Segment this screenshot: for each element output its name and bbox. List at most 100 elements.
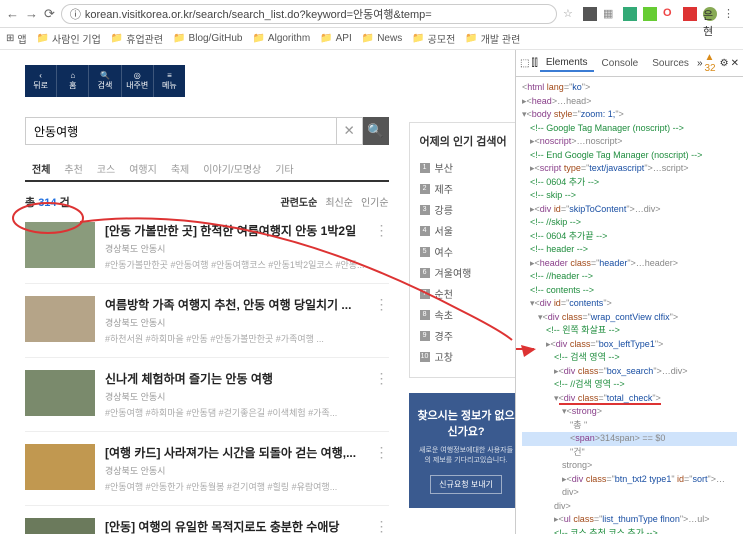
tab-course[interactable]: 코스 [90,157,122,180]
keyword-item[interactable]: 8속초 [420,304,513,325]
result-item[interactable]: 신나게 체험하며 즐기는 안동 여행 경상북도 안동시 #안동여행 #하회마을 … [25,358,389,432]
dom-line[interactable]: ▸<div class="btn_txt2 type1" id="sort">…… [522,473,737,500]
dom-line[interactable]: ▸<div class="box_search">…div> [522,365,737,379]
dom-line[interactable]: "총 " [522,419,737,433]
dom-line[interactable]: strong> [522,459,737,473]
thumbnail [25,518,95,534]
bookmark-item[interactable]: 📁Blog/GitHub [173,33,242,44]
dom-line[interactable]: <!-- //skip --> [522,216,737,230]
dom-line[interactable]: ▾<div class="wrap_contView clfix"> [522,311,737,325]
result-item[interactable]: [안동] 여행의 유일한 목적지로도 충분한 수애당 경상북도 안동시 #수애당… [25,506,389,534]
keyword-item[interactable]: 5여수 [420,241,513,262]
dom-line[interactable]: ▸<div id="skipToContent">…div> [522,203,737,217]
more-icon[interactable]: ⋮ [375,518,389,534]
bookmark-item[interactable]: 📁Algorithm [252,33,310,44]
keyword-item[interactable]: 3강릉 [420,199,513,220]
keyword-item[interactable]: 1부산 [420,157,513,178]
keyword-item[interactable]: 6겨울여행 [420,262,513,283]
dom-line[interactable]: ▸<ul class="list_thumType flnon">…ul> [522,513,737,527]
reload-icon[interactable]: ⟳ [44,6,55,22]
dom-line[interactable]: ▸<header class="header">…header> [522,257,737,271]
url-bar[interactable]: ⓘ korean.visitkorea.or.kr/search/search_… [61,4,557,24]
dom-line[interactable]: ▾<body style="zoom: 1;"> [522,108,737,122]
result-tags: #안동가볼만한곳 #안동여행 #안동여행코스 #안동1박2일코스 #안동... [105,258,365,271]
dom-line[interactable]: <!-- 왼쪽 화살표 --> [522,324,737,338]
back-icon[interactable]: ← [6,6,19,21]
dom-line[interactable]: <html lang="ko"> [522,81,737,95]
close-icon[interactable]: ✕ [731,58,739,69]
tab-elements[interactable]: Elements [540,55,594,72]
promo-button[interactable]: 신규요청 보내기 [430,475,502,494]
dom-line[interactable]: <!-- 코스,추천,코스,추가 --> [522,527,737,534]
search-input[interactable] [25,117,337,145]
dom-line[interactable]: ▾<div id="contents"> [522,297,737,311]
settings-icon[interactable]: ⚙ [720,58,729,69]
dom-line[interactable]: ▾<strong> [522,405,737,419]
keyword-item[interactable]: 2제주 [420,178,513,199]
dom-line[interactable]: ▾<div class="total_check"> [522,392,737,406]
device-icon[interactable]: ⫿⫿ [531,58,537,69]
result-title: 여름방학 가족 여행지 추천, 안동 여행 당일치기 ... [105,296,365,313]
bookmark-item[interactable]: 📁API [320,33,352,44]
dom-line[interactable]: ▸<script type="text/javascript">…script> [522,162,737,176]
clear-button[interactable]: ✕ [337,117,363,145]
more-icon[interactable]: ⋮ [375,444,389,493]
tab-console[interactable]: Console [596,56,645,71]
nav-near[interactable]: ◎내주변 [122,65,154,97]
dom-line[interactable]: <!-- End Google Tag Manager (noscript) -… [522,149,737,163]
bookmark-item[interactable]: 📁사람인 기업 [37,31,101,46]
tab-sources[interactable]: Sources [646,56,695,71]
apps-button[interactable]: ⊞ 앱 [6,31,27,46]
tab-story[interactable]: 이야기/모명상 [196,157,268,180]
devtools: ⬚ ⫿⫿ Elements Console Sources » ▲ 32 ⚙ ✕… [515,50,743,534]
more-icon[interactable]: ⋮ [375,296,389,345]
dom-line[interactable]: div> [522,500,737,514]
nav-home[interactable]: ⌂홈 [57,65,89,97]
tab-rec[interactable]: 추천 [57,157,89,180]
tab-place[interactable]: 여행지 [122,157,164,180]
dom-line[interactable]: <!-- //검색 영역 --> [522,378,737,392]
result-item[interactable]: 여름방학 가족 여행지 추천, 안동 여행 당일치기 ... 경상북도 안동시 … [25,284,389,358]
thumbnail [25,296,95,342]
dom-line[interactable]: "건" [522,446,737,460]
dom-line[interactable]: <!-- 0604 추가 --> [522,176,737,190]
dom-line[interactable]: <span>314span> == $0 [522,432,737,446]
more-icon[interactable]: ⋮ [375,222,389,271]
tab-festival[interactable]: 축제 [164,157,196,180]
dom-line[interactable]: <!-- 검색 영역 --> [522,351,737,365]
dom-tree[interactable]: <html lang="ko">▸<head>…head>▾<body styl… [516,77,743,534]
sort-latest[interactable]: 최신순 [325,194,353,210]
keyword-item[interactable]: 10고창 [420,346,513,367]
bookmark-item[interactable]: 📁News [362,33,402,44]
sort-relevance[interactable]: 관련도순 [281,194,318,210]
result-item[interactable]: [안동 가볼만한 곳] 한적한 여름여행지 안동 1박2일 경상북도 안동시 #… [25,210,389,284]
dom-line[interactable]: <!-- contents --> [522,284,737,298]
dom-line[interactable]: ▸<noscript>…noscript> [522,135,737,149]
bookmark-item[interactable]: 📁공모전 [412,31,455,46]
nav-search[interactable]: 🔍검색 [89,65,121,97]
keyword-item[interactable]: 4서울 [420,220,513,241]
dom-line[interactable]: ▸<div class="box_leftType1"> [522,338,737,352]
sort-popular[interactable]: 인기순 [361,194,389,210]
result-item[interactable]: [여행 카드] 사라져가는 시간을 되돌아 걷는 여행,... 경상북도 안동시… [25,432,389,506]
search-button[interactable]: 🔍 [363,117,389,145]
bookmark-item[interactable]: 📁개발 관련 [465,31,520,46]
dom-line[interactable]: <!-- //header --> [522,270,737,284]
dom-line[interactable]: <!-- header --> [522,243,737,257]
bookmark-item[interactable]: 📁휴업관련 [111,31,163,46]
dom-line[interactable]: <!-- 0604 추가끝 --> [522,230,737,244]
tab-all[interactable]: 전체 [25,157,57,180]
dom-line[interactable]: <!-- Google Tag Manager (noscript) --> [522,122,737,136]
nav-menu[interactable]: ≡메뉴 [154,65,185,97]
more-icon[interactable]: ⋮ [375,370,389,419]
dom-line[interactable]: ▸<head>…head> [522,95,737,109]
tab-etc[interactable]: 기타 [268,157,300,180]
warning-count[interactable]: ▲ 32 [705,52,718,74]
more-tabs[interactable]: » [697,58,703,69]
inspect-icon[interactable]: ⬚ [520,58,529,69]
dom-line[interactable]: <!-- skip --> [522,189,737,203]
keyword-item[interactable]: 7순천 [420,283,513,304]
nav-back[interactable]: ‹뒤로 [25,65,57,97]
forward-icon[interactable]: → [25,6,38,21]
keyword-item[interactable]: 9경주 [420,325,513,346]
